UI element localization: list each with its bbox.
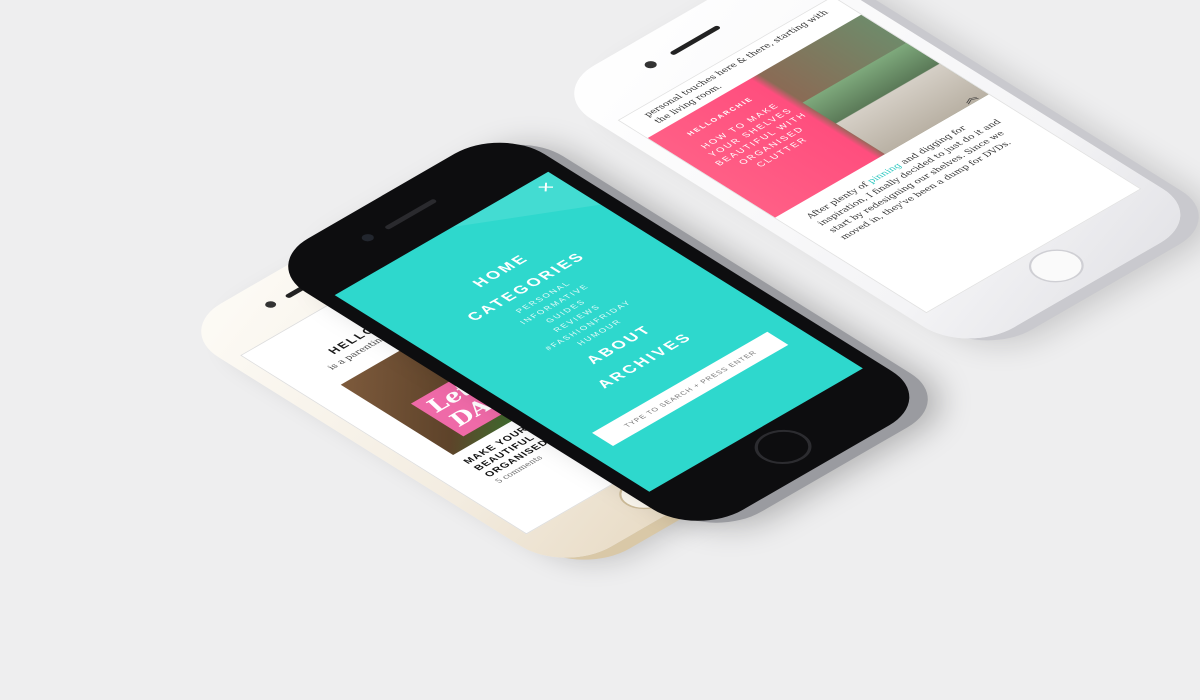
camera — [262, 299, 279, 310]
camera — [642, 59, 660, 70]
speaker — [669, 25, 722, 56]
mockup-scene: ☰ ♛ HELLOARCHIE is a parenting & lifesty… — [0, 0, 1200, 700]
speaker — [383, 198, 438, 230]
camera — [359, 232, 377, 243]
